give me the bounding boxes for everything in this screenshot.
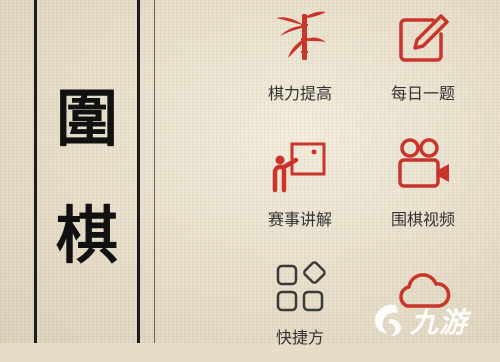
menu-item-daily-question[interactable]: 每日一题: [368, 0, 478, 110]
watermark: 九游: [368, 297, 488, 341]
bamboo-icon: [276, 11, 326, 60]
menu-item-label: 快捷方: [275, 328, 324, 347]
menu-item-label: 围棋视频: [390, 210, 455, 229]
grid-shortcuts-icon: [276, 261, 326, 312]
edit-icon: [399, 14, 449, 62]
menu-item-label: 每日一题: [390, 84, 455, 103]
menu-item-skill-improve[interactable]: 棋力提高: [245, 0, 355, 110]
title-char-2: 棋: [55, 199, 118, 272]
title-banner-frame: 圍 棋: [34, 0, 140, 343]
video-camera-icon: [398, 138, 449, 188]
menu-item-go-videos[interactable]: 围棋视频: [368, 126, 478, 236]
watermark-logo-icon: [374, 304, 401, 336]
title-banner: 圍 棋: [18, 0, 155, 343]
menu-item-match-commentary[interactable]: 赛事讲解: [245, 126, 355, 236]
title-char-1: 圍: [55, 82, 118, 155]
menu-item-label: 棋力提高: [267, 84, 332, 103]
menu-item-label: 赛事讲解: [267, 210, 332, 229]
watermark-text: 九游: [410, 306, 469, 339]
lecture-board-icon: [272, 142, 326, 193]
menu-item-shortcuts[interactable]: 快捷方: [245, 252, 355, 362]
